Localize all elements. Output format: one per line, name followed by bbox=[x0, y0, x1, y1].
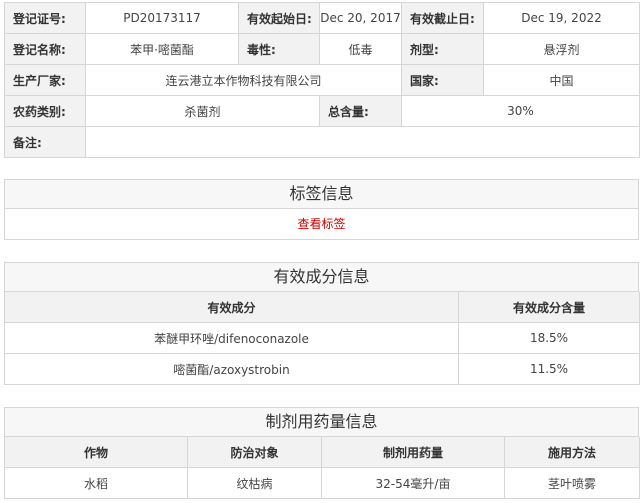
info-row: 登记名称: 苯甲·嘧菌酯 毒性: 低毒 剂型: 悬浮剂 bbox=[4, 33, 640, 65]
info-row: 生产厂家: 连云港立本作物科技有限公司 国家: 中国 bbox=[4, 64, 640, 96]
column-header: 防治对象 bbox=[187, 437, 322, 468]
toxicity-value: 低毒 bbox=[319, 33, 402, 65]
category-value: 杀菌剂 bbox=[85, 95, 320, 127]
dosage-cell: 32-54毫升/亩 bbox=[321, 467, 505, 499]
total-content-value: 30% bbox=[401, 95, 640, 127]
info-row: 登记证号: PD20173117 有效起始日: Dec 20, 2017 有效截… bbox=[4, 2, 640, 34]
country-value: 中国 bbox=[483, 64, 640, 96]
method-cell: 茎叶喷雾 bbox=[504, 467, 640, 499]
valid-from-value: Dec 20, 2017 bbox=[319, 2, 402, 34]
memo-label: 备注: bbox=[4, 126, 86, 158]
column-header: 有效成分含量 bbox=[458, 292, 640, 323]
registration-info-table: 登记证号: PD20173117 有效起始日: Dec 20, 2017 有效截… bbox=[4, 2, 640, 158]
ingredient-name-cell: 苯醚甲环唑/difenoconazole bbox=[4, 322, 459, 354]
ingredient-table: 有效成分 有效成分含量 苯醚甲环唑/difenoconazole 18.5% 嘧… bbox=[4, 292, 640, 385]
info-row: 农药类别: 杀菌剂 总含量: 30% bbox=[4, 95, 640, 127]
valid-from-label: 有效起始日: bbox=[238, 2, 320, 34]
label-section-title: 标签信息 bbox=[4, 179, 639, 209]
formulation-value: 悬浮剂 bbox=[483, 33, 640, 65]
name-label: 登记名称: bbox=[4, 33, 86, 65]
manufacturer-value: 连云港立本作物科技有限公司 bbox=[85, 64, 402, 96]
table-row: 苯醚甲环唑/difenoconazole 18.5% bbox=[4, 322, 640, 354]
info-row: 备注: bbox=[4, 126, 640, 158]
valid-to-value: Dec 19, 2022 bbox=[483, 2, 640, 34]
memo-value bbox=[85, 126, 640, 158]
reg-no-value: PD20173117 bbox=[85, 2, 239, 34]
formulation-label: 剂型: bbox=[401, 33, 484, 65]
dosage-table: 作物 防治对象 制剂用药量 施用方法 水稻 纹枯病 32-54毫升/亩 茎叶喷雾 bbox=[4, 437, 640, 499]
ingredient-section-title: 有效成分信息 bbox=[4, 262, 639, 292]
column-header: 施用方法 bbox=[504, 437, 640, 468]
column-header: 有效成分 bbox=[4, 292, 459, 323]
table-row: 嘧菌酯/azoxystrobin 11.5% bbox=[4, 353, 640, 385]
name-value: 苯甲·嘧菌酯 bbox=[85, 33, 239, 65]
total-content-label: 总含量: bbox=[319, 95, 402, 127]
category-label: 农药类别: bbox=[4, 95, 86, 127]
label-info-section: 标签信息 查看标签 bbox=[4, 179, 639, 240]
target-cell: 纹枯病 bbox=[187, 467, 322, 499]
dosage-section-title: 制剂用药量信息 bbox=[4, 407, 639, 437]
table-header-row: 有效成分 有效成分含量 bbox=[4, 292, 640, 323]
reg-no-label: 登记证号: bbox=[4, 2, 86, 34]
column-header: 作物 bbox=[4, 437, 188, 468]
ingredient-content-cell: 18.5% bbox=[458, 322, 640, 354]
toxicity-label: 毒性: bbox=[238, 33, 320, 65]
valid-to-label: 有效截止日: bbox=[401, 2, 484, 34]
manufacturer-label: 生产厂家: bbox=[4, 64, 86, 96]
table-row: 水稻 纹枯病 32-54毫升/亩 茎叶喷雾 bbox=[4, 467, 640, 499]
ingredient-info-section: 有效成分信息 有效成分 有效成分含量 苯醚甲环唑/difenoconazole … bbox=[4, 262, 640, 385]
ingredient-name-cell: 嘧菌酯/azoxystrobin bbox=[4, 353, 459, 385]
crop-cell: 水稻 bbox=[4, 467, 188, 499]
ingredient-content-cell: 11.5% bbox=[458, 353, 640, 385]
dosage-info-section: 制剂用药量信息 作物 防治对象 制剂用药量 施用方法 水稻 纹枯病 32-54毫… bbox=[4, 407, 640, 499]
table-header-row: 作物 防治对象 制剂用药量 施用方法 bbox=[4, 437, 640, 468]
country-label: 国家: bbox=[401, 64, 484, 96]
label-section-body: 查看标签 bbox=[4, 209, 639, 240]
column-header: 制剂用药量 bbox=[321, 437, 505, 468]
view-label-link[interactable]: 查看标签 bbox=[5, 209, 638, 239]
